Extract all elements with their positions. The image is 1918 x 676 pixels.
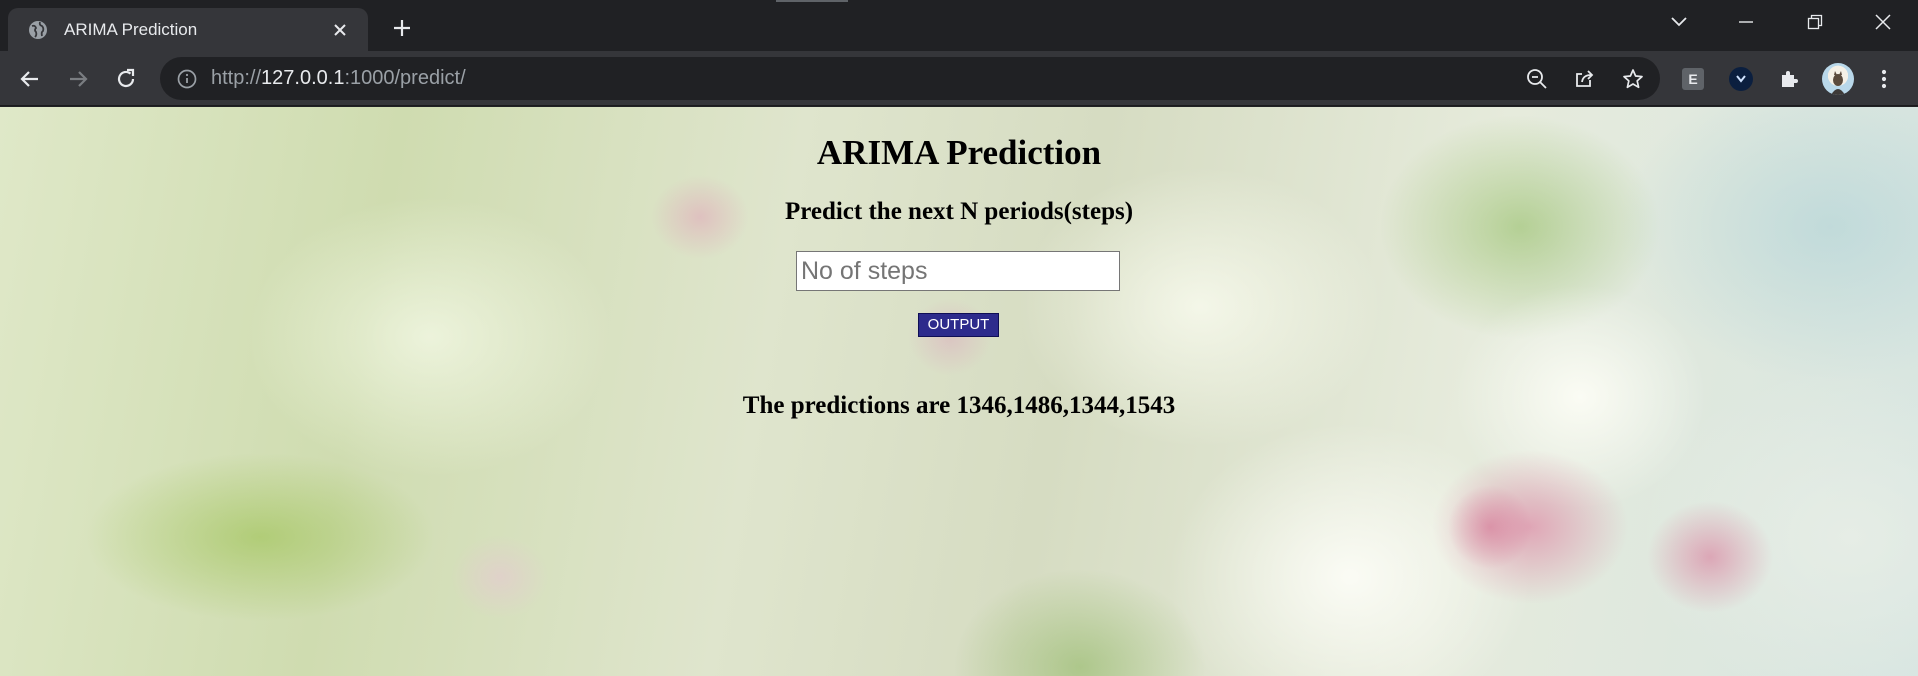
tab-drag-indicator bbox=[776, 0, 848, 2]
page-title: ARIMA Prediction bbox=[816, 133, 1102, 172]
window-close-button[interactable] bbox=[1848, 0, 1918, 44]
info-icon[interactable] bbox=[176, 68, 198, 90]
predictions-text: The predictions are 1346,1486,1344,1543 bbox=[742, 392, 1176, 419]
browser-tab[interactable]: ARIMA Prediction bbox=[8, 8, 368, 51]
globe-icon bbox=[28, 20, 48, 40]
close-icon bbox=[1875, 14, 1891, 30]
minimize-icon bbox=[1739, 21, 1753, 23]
address-bar[interactable]: http://127.0.0.1:1000/predict/ bbox=[160, 57, 1660, 100]
extension-v-button[interactable] bbox=[1723, 61, 1759, 97]
star-icon[interactable] bbox=[1621, 67, 1645, 91]
arrow-right-icon bbox=[70, 71, 88, 87]
new-tab-button[interactable] bbox=[385, 11, 419, 45]
chevron-down-icon bbox=[1671, 17, 1687, 27]
extensions-button[interactable] bbox=[1771, 61, 1807, 97]
tab-title: ARIMA Prediction bbox=[64, 19, 198, 39]
restore-icon bbox=[1807, 14, 1823, 30]
menu-button[interactable] bbox=[1866, 61, 1902, 97]
tab-strip: ARIMA Prediction bbox=[0, 0, 1918, 51]
reload-button[interactable] bbox=[108, 61, 144, 97]
close-icon[interactable] bbox=[326, 16, 354, 44]
restore-button[interactable] bbox=[1780, 0, 1850, 44]
steps-input[interactable] bbox=[796, 251, 1120, 291]
output-button[interactable]: OUTPUT bbox=[918, 313, 999, 337]
minimize-button[interactable] bbox=[1711, 0, 1781, 44]
reload-icon bbox=[117, 68, 135, 88]
profile-button[interactable] bbox=[1820, 61, 1856, 97]
extension-e-icon: E bbox=[1682, 68, 1704, 90]
url-path: :1000/predict/ bbox=[344, 67, 466, 89]
url-scheme: http:// bbox=[211, 67, 262, 89]
page-subtitle: Predict the next N periods(steps) bbox=[784, 198, 1134, 225]
avatar bbox=[1822, 63, 1854, 95]
plus-icon bbox=[394, 20, 410, 36]
zoom-out-icon[interactable] bbox=[1525, 67, 1549, 91]
page-viewport: ARIMA Prediction Predict the next N peri… bbox=[0, 107, 1918, 676]
browser-toolbar: http://127.0.0.1:1000/predict/ E bbox=[0, 51, 1918, 106]
puzzle-icon bbox=[1782, 71, 1798, 87]
back-button[interactable] bbox=[12, 61, 48, 97]
extension-e-button[interactable]: E bbox=[1675, 61, 1711, 97]
forward-button[interactable] bbox=[60, 61, 96, 97]
url-text[interactable]: http://127.0.0.1:1000/predict/ bbox=[211, 57, 466, 100]
arrow-left-icon bbox=[20, 71, 38, 87]
extension-v-icon bbox=[1729, 67, 1753, 91]
url-host: 127.0.0.1 bbox=[261, 67, 345, 89]
share-icon[interactable] bbox=[1573, 67, 1597, 91]
tab-search-button[interactable] bbox=[1644, 0, 1714, 44]
kebab-menu-icon bbox=[1881, 69, 1887, 89]
